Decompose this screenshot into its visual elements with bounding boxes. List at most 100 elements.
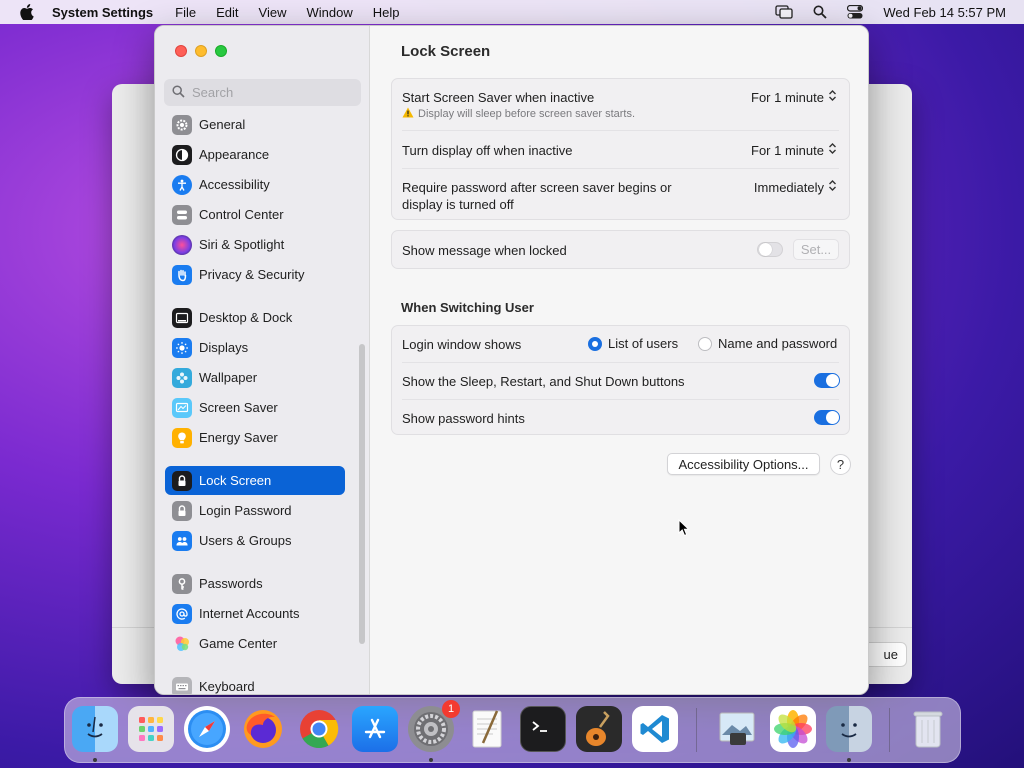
warning-icon bbox=[402, 107, 414, 121]
close-window-button[interactable] bbox=[175, 45, 187, 57]
sidebar-item-energy-saver[interactable]: Energy Saver bbox=[165, 423, 345, 452]
sidebar-item-label: Accessibility bbox=[199, 177, 270, 192]
sidebar-item-label: Energy Saver bbox=[199, 430, 278, 445]
page-title: Lock Screen bbox=[401, 43, 491, 60]
sidebar-item-appearance[interactable]: Appearance bbox=[165, 140, 345, 169]
finder-icon[interactable] bbox=[72, 706, 118, 752]
app-name-menu[interactable]: System Settings bbox=[52, 5, 153, 20]
sidebar: General Appearance Accessibility Control… bbox=[155, 26, 370, 694]
password-hints-toggle[interactable] bbox=[814, 410, 840, 425]
sidebar-item-screen-saver[interactable]: Screen Saver bbox=[165, 393, 345, 422]
require-password-label-line2: display is turned off bbox=[402, 197, 514, 212]
menu-help[interactable]: Help bbox=[373, 5, 400, 20]
menu-edit[interactable]: Edit bbox=[216, 5, 238, 20]
preview-icon[interactable] bbox=[714, 706, 760, 752]
zoom-window-button[interactable] bbox=[215, 45, 227, 57]
system-settings-icon[interactable]: 1 bbox=[408, 700, 460, 752]
radio-name-and-password-label: Name and password bbox=[718, 336, 838, 351]
terminal-icon[interactable] bbox=[520, 706, 566, 752]
apple-icon[interactable] bbox=[20, 4, 36, 20]
photos-icon[interactable] bbox=[770, 706, 816, 752]
minimize-window-button[interactable] bbox=[195, 45, 207, 57]
sidebar-item-passwords[interactable]: Passwords bbox=[165, 569, 345, 598]
sidebar-item-lock-screen[interactable]: Lock Screen bbox=[165, 466, 345, 495]
screen-saver-icon bbox=[172, 397, 192, 418]
screen-saver-settings-group: Start Screen Saver when inactive Display… bbox=[391, 78, 850, 220]
mouse-cursor-icon bbox=[678, 518, 690, 540]
help-button[interactable]: ? bbox=[830, 454, 851, 475]
app-store-icon[interactable] bbox=[352, 706, 398, 752]
screen-saver-value: For 1 minute bbox=[751, 89, 824, 105]
dock: 1 bbox=[64, 697, 961, 763]
display-off-label: Turn display off when inactive bbox=[402, 143, 573, 158]
safari-icon[interactable] bbox=[184, 706, 230, 752]
menu-view[interactable]: View bbox=[259, 5, 287, 20]
row-divider bbox=[402, 130, 839, 131]
sidebar-item-desktop-dock[interactable]: Desktop & Dock bbox=[165, 303, 345, 332]
sidebar-item-accessibility[interactable]: Accessibility bbox=[165, 170, 345, 199]
users-icon bbox=[172, 530, 192, 551]
display-off-popup[interactable]: For 1 minute bbox=[751, 142, 837, 158]
sidebar-item-label: Appearance bbox=[199, 147, 270, 162]
sidebar-item-displays[interactable]: Displays bbox=[165, 333, 345, 362]
sidebar-item-privacy-security[interactable]: Privacy & Security bbox=[165, 260, 345, 289]
spotlight-search-icon[interactable] bbox=[813, 5, 828, 19]
set-message-button[interactable]: Set... bbox=[793, 239, 839, 260]
screen-mirroring-icon[interactable] bbox=[775, 5, 794, 19]
radio-button-selected[interactable] bbox=[588, 336, 602, 351]
help-button-label: ? bbox=[836, 457, 845, 472]
appearance-icon bbox=[172, 144, 192, 165]
menu-window[interactable]: Window bbox=[306, 5, 352, 20]
sidebar-item-users-groups[interactable]: Users & Groups bbox=[165, 526, 345, 555]
search-icon bbox=[172, 84, 192, 101]
menu-file[interactable]: File bbox=[175, 5, 196, 20]
require-password-popup[interactable]: Immediately bbox=[754, 179, 837, 195]
require-password-label: Require password after screen saver begi… bbox=[402, 179, 672, 213]
sleep-restart-toggle[interactable] bbox=[814, 373, 840, 388]
firefox-icon[interactable] bbox=[240, 706, 286, 752]
show-message-toggle[interactable] bbox=[757, 242, 783, 257]
trash-icon[interactable] bbox=[905, 706, 951, 752]
game-center-icon bbox=[172, 634, 192, 654]
vscode-icon[interactable] bbox=[632, 706, 678, 752]
garageband-icon[interactable] bbox=[576, 706, 622, 752]
sidebar-item-control-center[interactable]: Control Center bbox=[165, 200, 345, 229]
textedit-icon[interactable] bbox=[464, 706, 510, 752]
launchpad-icon[interactable] bbox=[128, 706, 174, 752]
sidebar-item-siri-spotlight[interactable]: Siri & Spotlight bbox=[165, 230, 345, 259]
sidebar-item-game-center[interactable]: Game Center bbox=[165, 629, 345, 658]
sidebar-item-internet-accounts[interactable]: Internet Accounts bbox=[165, 599, 345, 628]
screen-saver-popup[interactable]: For 1 minute bbox=[751, 89, 837, 105]
radio-name-and-password[interactable]: Name and password bbox=[698, 336, 837, 351]
gear-icon bbox=[172, 114, 192, 135]
key-icon bbox=[172, 573, 192, 594]
chrome-icon[interactable] bbox=[296, 706, 342, 752]
menubar-clock[interactable]: Wed Feb 14 5:57 PM bbox=[883, 5, 1006, 20]
sidebar-item-general[interactable]: General bbox=[165, 110, 345, 139]
lock-icon bbox=[172, 470, 192, 491]
control-center-icon[interactable] bbox=[847, 5, 864, 19]
sidebar-item-login-password[interactable]: Login Password bbox=[165, 496, 345, 525]
radio-list-of-users[interactable]: List of users bbox=[588, 336, 678, 351]
dock-separator bbox=[889, 708, 890, 752]
control-center-icon bbox=[172, 204, 192, 225]
row-divider bbox=[402, 362, 839, 363]
sidebar-item-wallpaper[interactable]: Wallpaper bbox=[165, 363, 345, 392]
sidebar-item-label: Internet Accounts bbox=[199, 606, 300, 621]
accessibility-options-button[interactable]: Accessibility Options... bbox=[667, 453, 820, 475]
sidebar-scrollbar[interactable] bbox=[359, 344, 365, 644]
running-indicator bbox=[93, 758, 97, 762]
sidebar-item-label: Keyboard bbox=[199, 679, 255, 694]
sidebar-item-label: Privacy & Security bbox=[199, 267, 305, 282]
running-indicator bbox=[847, 758, 851, 762]
sidebar-item-label: General bbox=[199, 117, 246, 132]
set-message-button-label: Set... bbox=[800, 242, 832, 257]
radio-button[interactable] bbox=[698, 336, 712, 351]
sidebar-item-label: Siri & Spotlight bbox=[199, 237, 285, 252]
search-input[interactable] bbox=[192, 85, 352, 100]
finder-window-icon[interactable] bbox=[826, 706, 872, 752]
sidebar-item-label: Displays bbox=[199, 340, 249, 355]
search-field[interactable] bbox=[164, 79, 361, 106]
sidebar-item-keyboard[interactable]: Keyboard bbox=[165, 672, 345, 694]
sleep-restart-label: Show the Sleep, Restart, and Shut Down b… bbox=[402, 374, 685, 389]
